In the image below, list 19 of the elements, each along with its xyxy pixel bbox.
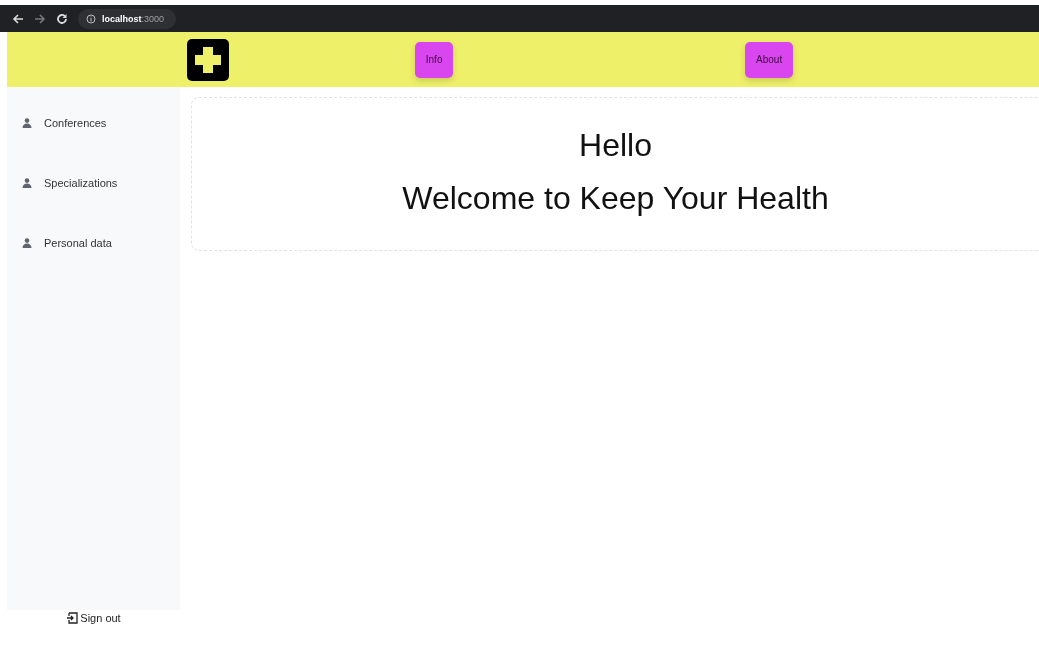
sign-out-link[interactable]: Sign out (66, 612, 121, 624)
person-icon (22, 178, 32, 188)
sidebar-item[interactable]: Conferences (22, 114, 180, 132)
nav-button[interactable]: About (745, 41, 794, 78)
nav-button[interactable]: Info (414, 41, 454, 78)
info-icon (86, 13, 96, 24)
back-icon[interactable] (12, 12, 24, 25)
greeting-heading: Hello (579, 128, 652, 164)
sign-out-icon (66, 612, 79, 624)
welcome-heading: Welcome to Keep Your Health (402, 181, 829, 217)
forward-icon[interactable] (34, 12, 46, 25)
reload-icon[interactable] (56, 12, 68, 25)
sidebar-item[interactable]: Specializations (22, 174, 180, 192)
sidebar-item[interactable]: Personal data (22, 234, 180, 252)
address-text: localhost:3000 (102, 13, 165, 24)
person-icon (22, 118, 32, 128)
cross-logo-icon[interactable] (187, 38, 229, 81)
person-icon (22, 238, 32, 248)
address-bar[interactable]: localhost:3000 (78, 8, 177, 29)
